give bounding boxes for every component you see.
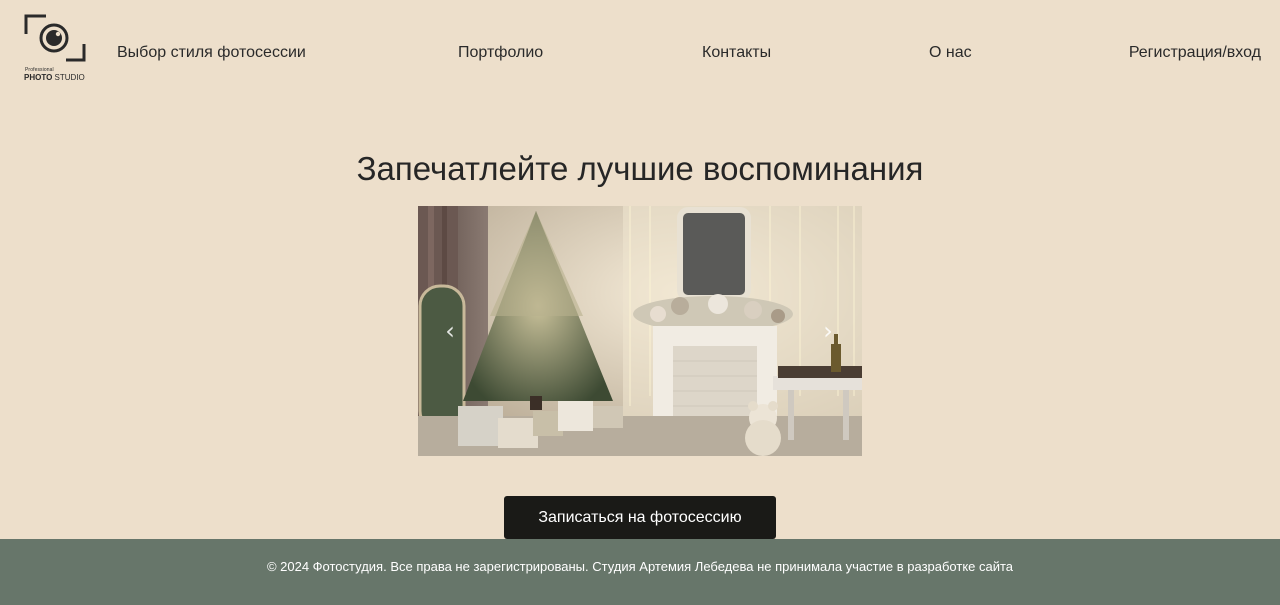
logo-title-regular: STUDIO	[54, 73, 85, 82]
photo-carousel[interactable]: ‹ ›	[418, 206, 862, 456]
footer: © 2024 Фотостудия. Все права не зарегист…	[0, 539, 1280, 605]
nav-item-photoshoot-style[interactable]: Выбор стиля фотосессии	[117, 44, 306, 62]
chevron-left-icon[interactable]: ‹	[440, 318, 460, 344]
book-photoshoot-button[interactable]: Записаться на фотосессию	[504, 496, 776, 539]
carousel-image	[418, 206, 862, 456]
footer-copyright: © 2024 Фотостудия. Все права не зарегист…	[266, 559, 1014, 574]
page: Professional PHOTO STUDIO Выбор стиля фо…	[0, 0, 1280, 605]
chevron-right-icon[interactable]: ›	[818, 318, 838, 344]
hero-title: Запечатлейте лучшие воспоминания	[356, 150, 924, 187]
brand-logo[interactable]: Professional PHOTO STUDIO	[24, 14, 88, 84]
nav-item-login[interactable]: Регистрация/вход	[1129, 44, 1261, 62]
logo-title: PHOTO STUDIO	[24, 73, 85, 82]
camera-frame-icon	[24, 14, 86, 62]
nav-item-portfolio[interactable]: Портфолио	[458, 44, 543, 62]
logo-title-bold: PHOTO	[24, 73, 53, 82]
nav-item-contacts[interactable]: Контакты	[702, 44, 771, 62]
nav-item-about[interactable]: О нас	[929, 44, 972, 62]
